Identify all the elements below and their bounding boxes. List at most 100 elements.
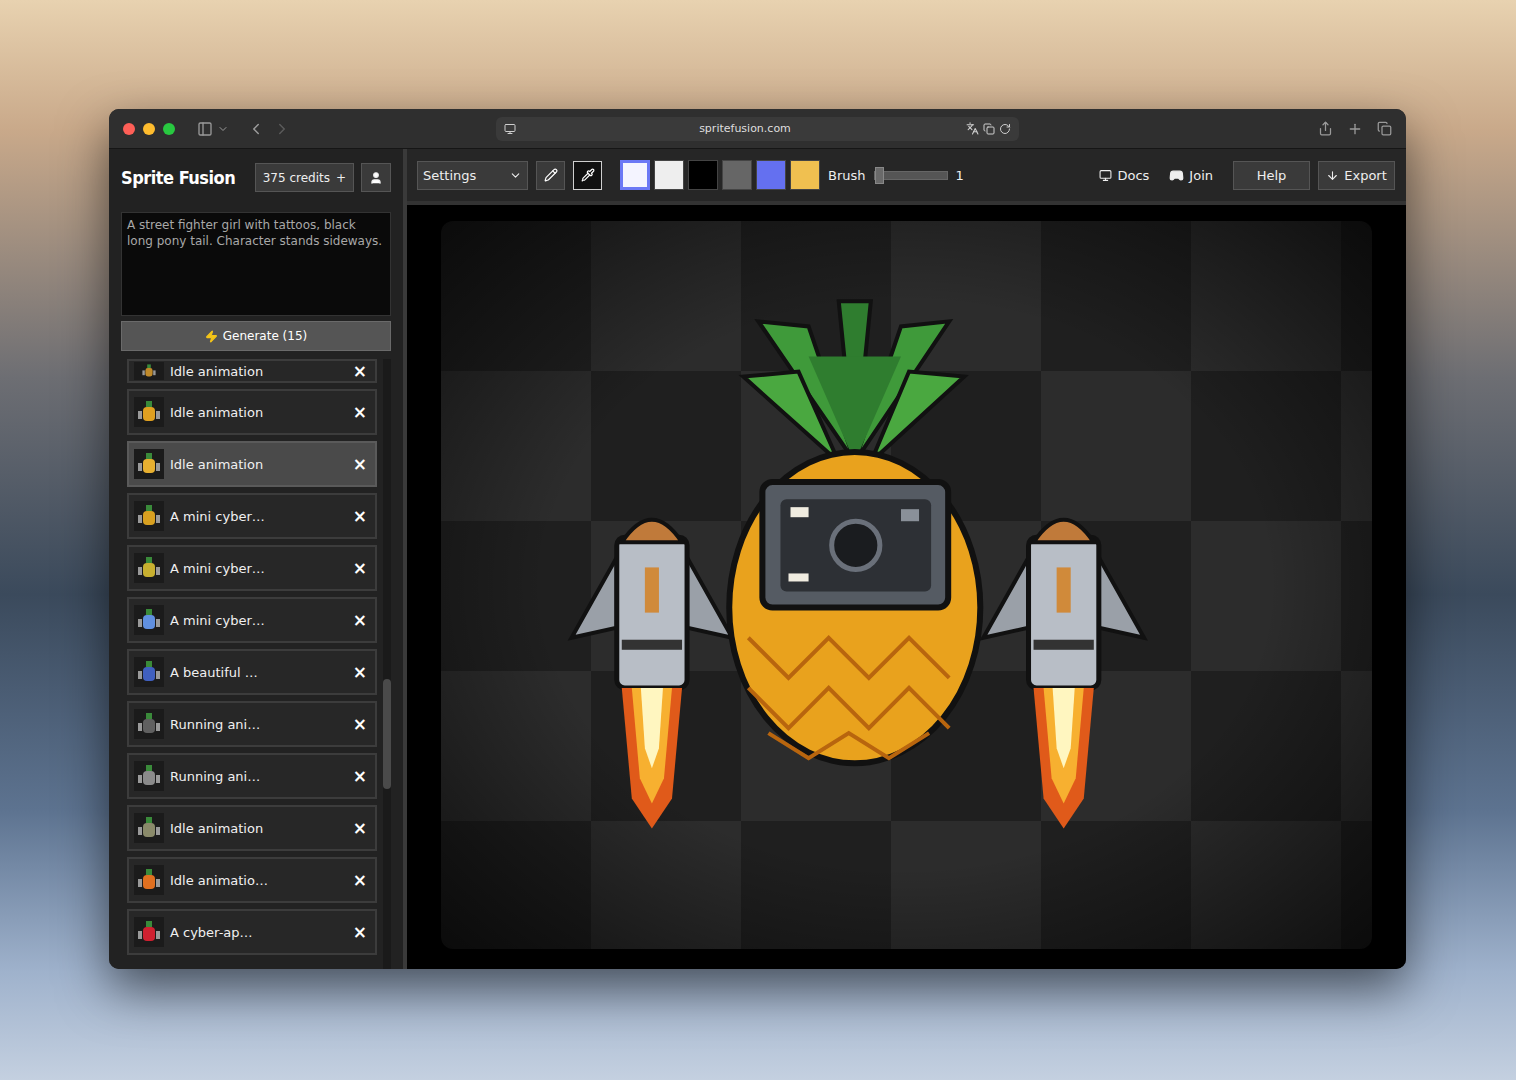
color-swatch[interactable]: [654, 160, 684, 190]
discord-link[interactable]: Join: [1169, 168, 1213, 183]
history-label: Running ani…: [170, 717, 347, 732]
sprite-thumbnail-icon: [134, 917, 164, 947]
translate-icon[interactable]: [966, 122, 979, 135]
app-body: Sprite Fusion 375 credits+ A street fighte…: [109, 149, 1406, 969]
remove-item-button[interactable]: ×: [353, 870, 367, 890]
eyedropper-icon: [581, 168, 595, 182]
sprite-thumbnail-icon: [134, 605, 164, 635]
pencil-tool-button[interactable]: [536, 161, 565, 190]
user-icon: [369, 171, 383, 185]
remove-item-button[interactable]: ×: [353, 402, 367, 422]
chevron-down-icon[interactable]: [217, 123, 229, 135]
dropdown-chevron-icon: [509, 169, 522, 182]
color-swatch[interactable]: [722, 160, 752, 190]
history-item[interactable]: Idle animatio…×: [127, 857, 377, 903]
url-bar[interactable]: spritefusion.com: [496, 117, 1019, 141]
sprite-thumbnail-icon: [134, 865, 164, 895]
remove-item-button[interactable]: ×: [353, 714, 367, 734]
sprite-thumbnail-icon: [134, 761, 164, 791]
url-text: spritefusion.com: [524, 122, 966, 135]
desktop: spritefusion.com Sprite Fusion 375 credits…: [0, 0, 1516, 1080]
history-label: Running ani…: [170, 769, 347, 784]
history-item[interactable]: A beautiful … ×: [127, 649, 377, 695]
history-item[interactable]: Idle animation×: [127, 805, 377, 851]
remove-item-button[interactable]: ×: [353, 766, 367, 786]
title-bar: spritefusion.com: [109, 109, 1406, 149]
history-area: Idle animation×Idle animation×Idle anima…: [121, 359, 391, 969]
tabs-overview-icon[interactable]: [1377, 121, 1392, 136]
history-item[interactable]: A cyber-ap…×: [127, 909, 377, 955]
lightning-icon: [205, 330, 218, 343]
reader-icon[interactable]: [983, 123, 995, 135]
scrollbar-thumb[interactable]: [383, 679, 391, 789]
remove-item-button[interactable]: ×: [353, 818, 367, 838]
sprite-thumbnail-icon: [134, 449, 164, 479]
download-icon: [1326, 169, 1339, 182]
reload-icon[interactable]: [999, 123, 1011, 135]
remove-item-button[interactable]: ×: [353, 506, 367, 526]
remove-item-button[interactable]: ×: [353, 454, 367, 474]
remove-item-button[interactable]: ×: [353, 558, 367, 578]
history-item[interactable]: Running ani… ×: [127, 701, 377, 747]
history-label: A beautiful …: [170, 665, 347, 680]
brush-slider[interactable]: [874, 171, 948, 180]
add-credits-glyph: +: [336, 171, 346, 185]
history-item[interactable]: Idle animation ×: [127, 359, 377, 383]
docs-link[interactable]: Docs: [1099, 168, 1149, 183]
help-button[interactable]: Help: [1233, 161, 1310, 190]
discord-icon: [1169, 168, 1184, 183]
pencil-icon: [544, 168, 558, 182]
header-row: Sprite Fusion 375 credits+: [121, 159, 391, 196]
share-icon[interactable]: [1318, 121, 1333, 136]
docs-icon: [1099, 169, 1112, 182]
history-item[interactable]: A mini cyber…×: [127, 493, 377, 539]
remove-item-button[interactable]: ×: [353, 610, 367, 630]
history-item[interactable]: A mini cyber…×: [127, 545, 377, 591]
rocket: [572, 520, 733, 829]
toolbar: SettingsBrush1DocsJoinHelpExport: [407, 149, 1406, 205]
leaves: [743, 301, 964, 462]
app-logo: Sprite Fusion: [121, 167, 248, 188]
brush-label: Brush: [828, 168, 866, 183]
sprite-thumbnail-icon: [134, 362, 164, 380]
remove-item-button[interactable]: ×: [353, 361, 367, 381]
credits-button[interactable]: 375 credits+: [255, 163, 354, 192]
sprite-thumbnail-icon: [134, 657, 164, 687]
color-swatch[interactable]: [756, 160, 786, 190]
page-icon: [504, 123, 516, 135]
back-icon[interactable]: [247, 120, 265, 138]
history-item[interactable]: A mini cyber…×: [127, 597, 377, 643]
sprite-thumbnail-icon: [134, 553, 164, 583]
history-label: Idle animation: [170, 405, 347, 420]
sidebar-icon[interactable]: [197, 121, 213, 137]
minimize-window-button[interactable]: [143, 123, 155, 135]
new-tab-icon[interactable]: [1347, 121, 1363, 137]
color-swatch[interactable]: [790, 160, 820, 190]
close-window-button[interactable]: [123, 123, 135, 135]
eyedropper-tool-button[interactable]: [573, 161, 602, 190]
settings-dropdown[interactable]: Settings: [417, 161, 528, 190]
remove-item-button[interactable]: ×: [353, 662, 367, 682]
rocket: [983, 520, 1144, 829]
sprite-thumbnail-icon: [134, 813, 164, 843]
zoom-window-button[interactable]: [163, 123, 175, 135]
left-panel: Sprite Fusion 375 credits+ A street fighte…: [109, 149, 407, 969]
history-item[interactable]: Running ani… ×: [127, 753, 377, 799]
editor: SettingsBrush1DocsJoinHelpExport: [407, 149, 1406, 969]
prompt-input[interactable]: A street fighter girl with tattoos, blac…: [121, 212, 391, 316]
forward-icon[interactable]: [273, 120, 291, 138]
color-palette: [620, 160, 820, 190]
export-button[interactable]: Export: [1318, 161, 1395, 190]
user-button[interactable]: [361, 163, 391, 192]
scrollbar[interactable]: [383, 359, 391, 969]
history-label: Idle animation: [170, 364, 347, 379]
history-label: Idle animation: [170, 457, 347, 472]
color-swatch[interactable]: [688, 160, 718, 190]
remove-item-button[interactable]: ×: [353, 922, 367, 942]
canvas-board[interactable]: [441, 221, 1372, 949]
history-item[interactable]: Idle animation ×: [127, 389, 377, 435]
brush-slider-thumb[interactable]: [875, 167, 884, 184]
generate-button[interactable]: Generate (15): [121, 321, 391, 351]
color-swatch[interactable]: [620, 160, 650, 190]
history-item[interactable]: Idle animation ×: [127, 441, 377, 487]
